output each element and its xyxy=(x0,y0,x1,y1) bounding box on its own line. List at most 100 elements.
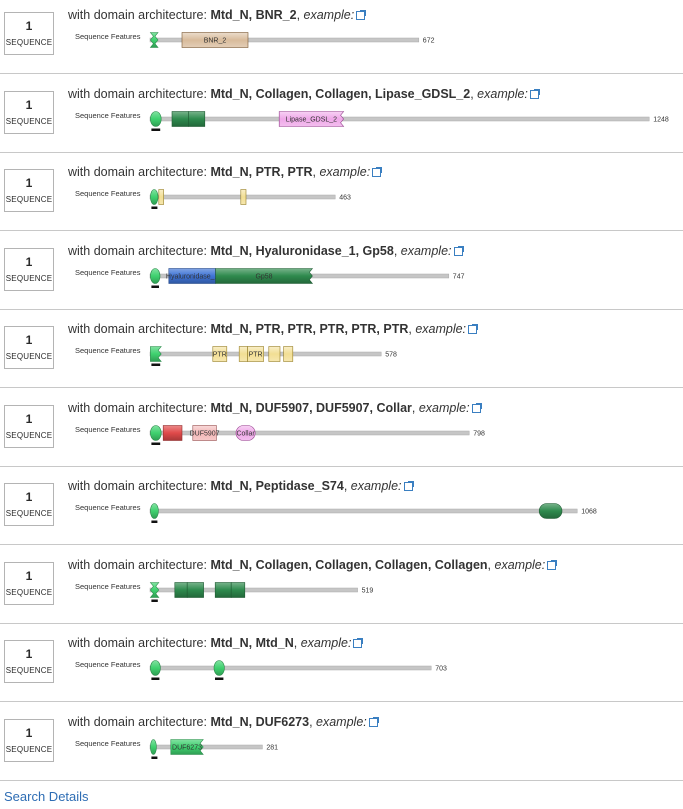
row-divider xyxy=(0,701,683,702)
external-link-icon[interactable] xyxy=(547,559,558,570)
architecture-row: 1 SEQUENCE with domain architecture: Mtd_N… xyxy=(0,161,683,240)
architecture-row: 1 SEQUENCE with domain architecture: Mtd_N… xyxy=(0,475,683,554)
domain-label: BNR_2 xyxy=(204,38,227,45)
domain-collagen[interactable] xyxy=(214,581,232,598)
example-link[interactable]: example: xyxy=(304,8,355,22)
motif-underline xyxy=(151,285,159,288)
mtd-n-domain[interactable] xyxy=(149,581,160,598)
domain-list: Mtd_N, Mtd_N xyxy=(210,636,294,650)
domain-ptr[interactable] xyxy=(268,346,281,362)
motif-underline xyxy=(151,756,158,759)
architecture-prefix: with domain architecture: xyxy=(68,322,207,336)
domain-duf5907[interactable] xyxy=(162,424,183,441)
domain-label: DUF5907 xyxy=(190,430,220,437)
domain-list: Mtd_N, PTR, PTR xyxy=(210,165,313,179)
external-link-icon[interactable] xyxy=(353,638,364,648)
sequence-length-label: 281 xyxy=(266,744,278,751)
search-details-link[interactable]: Search Details xyxy=(4,789,89,804)
architecture-prefix: with domain architecture: xyxy=(68,400,207,415)
architecture-title: with domain architecture: Mtd_N, Hyaluro… xyxy=(68,244,464,259)
domain-label: DUF6273 xyxy=(172,744,202,751)
domain-list: Mtd_N, DUF6273 xyxy=(210,714,310,729)
architecture-title: with domain architecture: Mtd_N, Collage… xyxy=(68,86,540,102)
architecture-prefix: with domain architecture: xyxy=(68,86,207,101)
domain-collagen[interactable] xyxy=(174,581,188,598)
external-link-icon[interactable] xyxy=(529,88,540,99)
example-link[interactable]: example: xyxy=(301,636,352,650)
mtd-n-domain[interactable] xyxy=(150,110,162,127)
external-link-icon[interactable] xyxy=(356,10,367,20)
example-link[interactable]: example: xyxy=(419,401,470,415)
sequence-length-label: 463 xyxy=(339,195,351,202)
sequence-backbone xyxy=(149,665,432,671)
domain-label: Hyaluronidase_1 xyxy=(166,273,219,280)
example-link[interactable]: example: xyxy=(415,322,466,336)
architecture-prefix: with domain architecture: xyxy=(68,636,207,650)
mtd-n-domain[interactable] xyxy=(150,503,159,519)
architecture-title: with domain architecture: Mtd_N, PTR, PT… xyxy=(68,322,479,337)
row-divider xyxy=(0,622,683,624)
domain-label: PTR xyxy=(213,352,227,359)
example-link[interactable]: example: xyxy=(495,558,546,572)
mtd-n-domain[interactable] xyxy=(150,189,159,205)
domain-label: Gp58 xyxy=(255,273,272,280)
external-link-icon[interactable] xyxy=(403,481,414,491)
sequence-backbone xyxy=(149,351,382,357)
mtd-n-domain[interactable] xyxy=(149,32,159,48)
domain-collagen[interactable] xyxy=(188,110,206,127)
example-link[interactable]: example: xyxy=(477,87,528,101)
domain-ptr[interactable] xyxy=(158,189,164,205)
mtd-n-domain[interactable] xyxy=(213,660,225,676)
mtd-n-domain[interactable] xyxy=(150,267,161,284)
domain-list: Mtd_N, Peptidase_S74 xyxy=(210,479,344,493)
sequence-feature-track: 798 DUF5907 Collar xyxy=(149,424,485,445)
domain-ptr[interactable] xyxy=(240,189,247,205)
example-link[interactable]: example: xyxy=(316,715,367,729)
example-link[interactable]: example: xyxy=(401,244,452,258)
mtd-n-domain[interactable] xyxy=(150,346,162,362)
row-divider xyxy=(0,308,683,310)
domain-label: PTR xyxy=(249,352,263,359)
external-link-icon[interactable] xyxy=(368,716,379,727)
architecture-prefix: with domain architecture: xyxy=(68,479,207,493)
domain-list: Mtd_N, PTR, PTR, PTR, PTR, PTR xyxy=(210,322,409,336)
sequence-length-label: 1068 xyxy=(581,509,597,516)
external-link-icon[interactable] xyxy=(372,167,383,177)
domain-collagen[interactable] xyxy=(230,581,246,598)
architecture-row: 1 SEQUENCE with domain architecture: Mtd_N… xyxy=(0,318,683,397)
motif-underline xyxy=(215,677,224,680)
row-divider xyxy=(0,465,683,467)
example-link[interactable]: example: xyxy=(351,479,402,493)
domain-ptr[interactable] xyxy=(283,346,294,362)
domain-peptidase-s74[interactable] xyxy=(538,503,563,519)
motif-underline xyxy=(151,363,161,366)
mtd-n-domain[interactable] xyxy=(150,738,157,755)
sequence-backbone xyxy=(149,744,263,749)
mtd-n-domain[interactable] xyxy=(150,660,161,676)
sequence-feature-track: 578 PTR PTR xyxy=(149,346,397,366)
architecture-title: with domain architecture: Mtd_N, Peptida… xyxy=(68,479,414,494)
external-link-icon[interactable] xyxy=(453,245,464,256)
sequence-length-label: 672 xyxy=(423,38,435,45)
architecture-row: 1 SEQUENCE with domain architecture: Mtd_N… xyxy=(0,711,683,790)
external-link-icon[interactable] xyxy=(468,324,479,334)
domain-list: Mtd_N, Collagen, Collagen, Lipase_GDSL_2 xyxy=(210,86,471,101)
sequence-feature-track: 747 Hyaluronidase_1 Gp58 xyxy=(149,267,465,288)
architecture-prefix: with domain architecture: xyxy=(68,557,207,572)
example-link[interactable]: example: xyxy=(319,165,370,179)
architecture-row: 1 SEQUENCE with domain architecture: Mtd_N… xyxy=(0,554,683,633)
row-divider xyxy=(0,779,683,781)
domain-collagen[interactable] xyxy=(186,581,204,598)
architecture-row: 1 SEQUENCE with domain architecture: Mtd_N… xyxy=(0,632,683,711)
domain-label: Lipase_GDSL_2 xyxy=(286,116,337,123)
architecture-title: with domain architecture: Mtd_N, PTR, PT… xyxy=(68,165,383,180)
architecture-title: with domain architecture: Mtd_N, BNR_2, … xyxy=(68,8,367,23)
domain-collagen[interactable] xyxy=(171,110,189,127)
external-link-icon[interactable] xyxy=(471,402,482,413)
sequence-length-label: 798 xyxy=(473,430,485,437)
motif-underline xyxy=(151,206,158,209)
sequence-feature-track: 672 BNR_2 xyxy=(149,32,435,48)
mtd-n-domain[interactable] xyxy=(150,424,162,441)
domain-ptr[interactable] xyxy=(238,346,248,362)
architecture-row: 1 SEQUENCE with domain architecture: Mtd_N… xyxy=(0,83,683,162)
